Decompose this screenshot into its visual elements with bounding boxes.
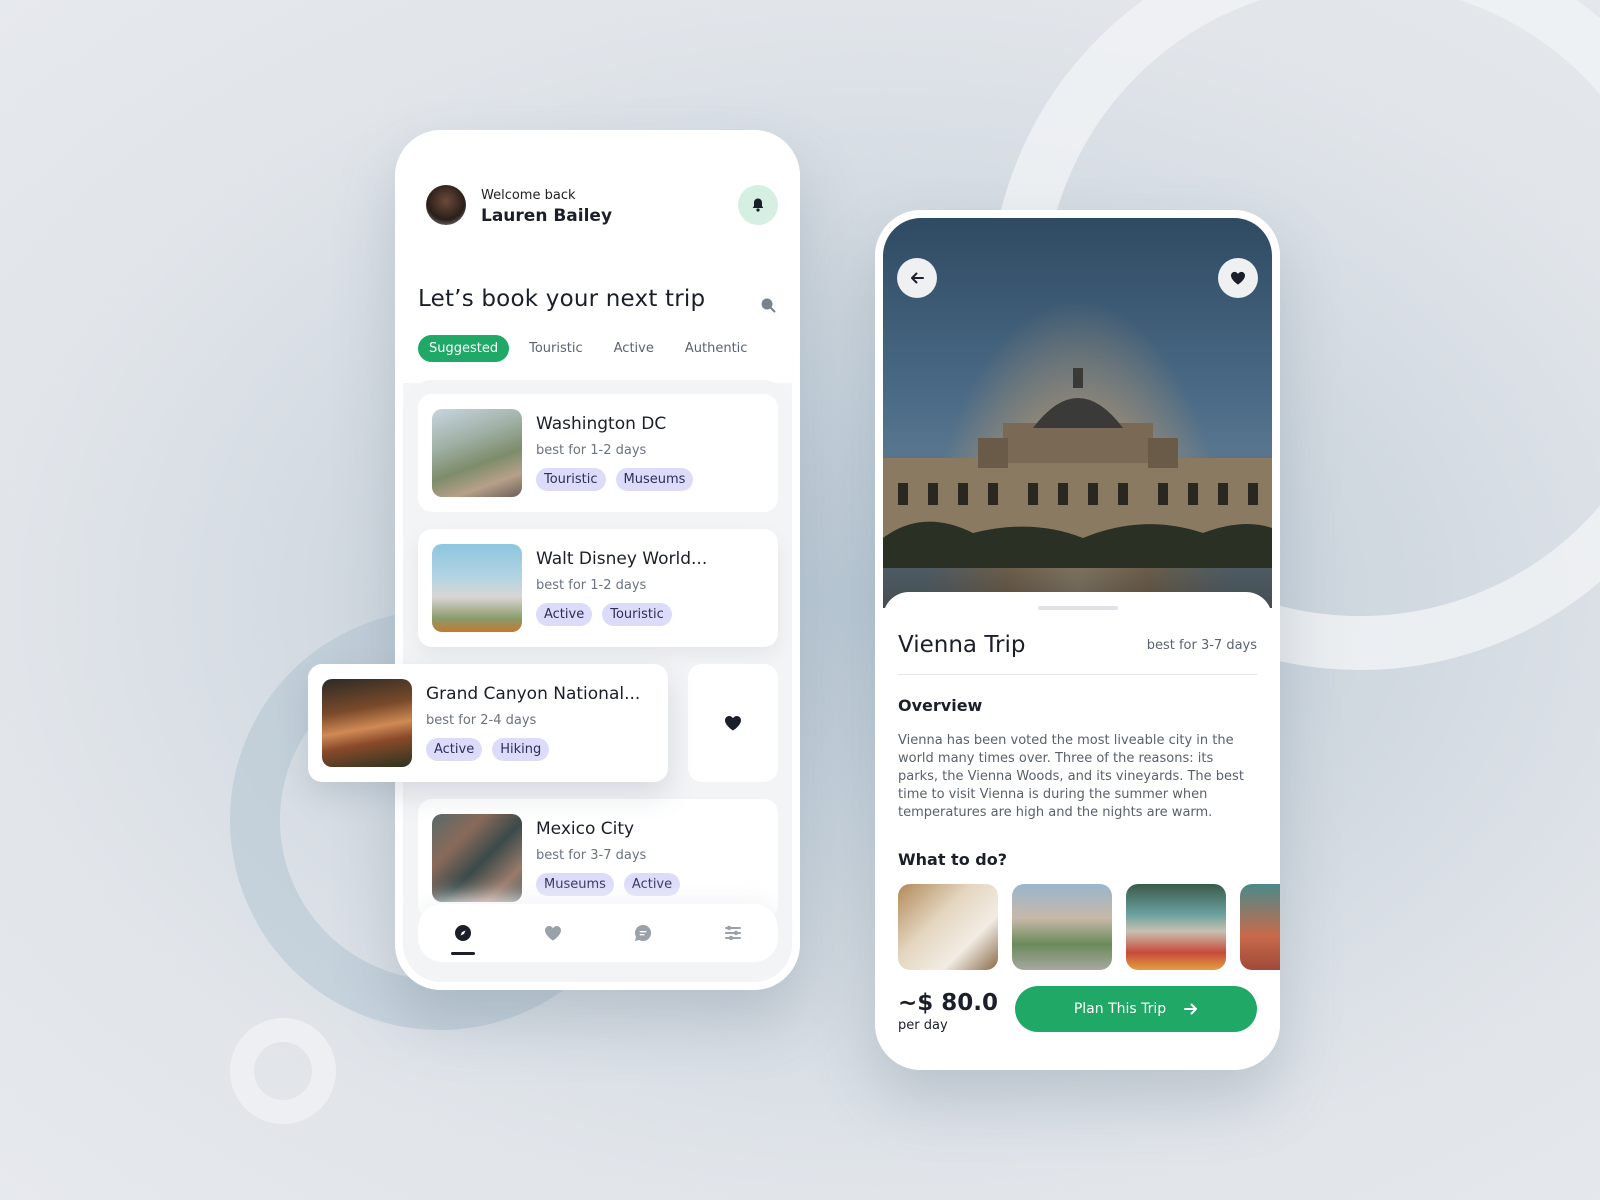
heart-icon	[1231, 271, 1245, 285]
decorative-ring	[230, 1018, 336, 1124]
sliders-icon	[725, 925, 741, 941]
trip-thumbnail	[322, 679, 412, 767]
filter-chips: Suggested Touristic Active Authentic	[418, 335, 759, 362]
trip-tag: Active	[623, 873, 681, 896]
swipe-favorite-button[interactable]	[688, 664, 778, 782]
search-icon	[761, 298, 776, 313]
trip-thumbnail	[432, 544, 522, 632]
bell-icon	[752, 198, 764, 212]
nav-messages[interactable]	[623, 913, 663, 953]
avatar[interactable]	[426, 185, 466, 225]
trip-duration: best for 2-4 days	[426, 713, 537, 728]
trip-detail-screen: Vienna Trip best for 3-7 days Overview V…	[875, 210, 1280, 1070]
arrow-right-icon	[1184, 1003, 1198, 1015]
trip-detail-sheet: Vienna Trip best for 3-7 days Overview V…	[883, 592, 1280, 1062]
activity-image[interactable]	[1126, 884, 1226, 970]
chat-icon	[634, 924, 652, 941]
trip-tag: Active	[426, 738, 483, 761]
favorite-button[interactable]	[1218, 258, 1258, 298]
trip-name: Walt Disney World...	[536, 549, 708, 569]
building-illustration	[883, 368, 1272, 568]
user-name: Lauren Bailey	[481, 206, 613, 226]
overview-text: Vienna has been voted the most liveable …	[898, 733, 1244, 820]
sheet-handle[interactable]	[1037, 606, 1118, 610]
trip-duration: best for 3-7 days	[1146, 638, 1257, 653]
trip-title: Vienna Trip	[898, 632, 1026, 658]
nav-explore[interactable]	[443, 913, 483, 955]
trip-duration: best for 1-2 days	[536, 578, 647, 593]
bottom-nav	[418, 904, 778, 962]
heart-icon	[545, 926, 561, 941]
divider	[898, 674, 1257, 675]
activity-image[interactable]	[898, 884, 998, 970]
welcome-text: Welcome back	[481, 188, 576, 203]
todo-heading: What to do?	[898, 850, 1007, 869]
activity-image[interactable]	[1012, 884, 1112, 970]
back-button[interactable]	[897, 258, 937, 298]
trip-name: Mexico City	[536, 819, 635, 839]
price: ~$ 80.0	[898, 990, 999, 1016]
trip-tag: Touristic	[602, 603, 672, 626]
trip-card-grand-canyon[interactable]: Grand Canyon National... best for 2-4 da…	[308, 664, 668, 782]
activity-image[interactable]	[1240, 884, 1280, 970]
compass-icon	[455, 925, 471, 941]
trip-card-disney[interactable]: Walt Disney World... best for 1-2 days A…	[418, 529, 778, 647]
trip-thumbnail	[432, 814, 522, 902]
trip-duration: best for 3-7 days	[536, 848, 647, 863]
hero-image	[883, 218, 1272, 608]
trip-card-mexico-city[interactable]: Mexico City best for 3-7 days Museums Act…	[418, 799, 778, 919]
arrow-left-icon	[911, 272, 924, 284]
trip-tag: Hiking	[492, 738, 550, 761]
filter-active[interactable]: Active	[602, 335, 665, 362]
plan-trip-label: Plan This Trip	[1073, 1001, 1167, 1017]
trip-tag: Active	[536, 603, 593, 626]
nav-favorites[interactable]	[533, 913, 573, 953]
plan-trip-button[interactable]: Plan This Trip	[1015, 986, 1257, 1032]
trip-tag: Touristic	[536, 468, 606, 491]
page-title: Let’s book your next trip	[418, 286, 706, 312]
filter-touristic[interactable]: Touristic	[518, 335, 594, 362]
price-unit: per day	[898, 1018, 948, 1033]
filter-authentic[interactable]: Authentic	[673, 335, 759, 362]
activity-gallery	[898, 884, 1280, 970]
nav-settings[interactable]	[713, 913, 753, 953]
notifications-button[interactable]	[738, 185, 778, 225]
heart-icon	[725, 716, 741, 731]
trip-card-washington[interactable]: Washington DC best for 1-2 days Touristi…	[418, 394, 778, 512]
trip-tag: Museums	[615, 468, 694, 491]
trip-name: Grand Canyon National...	[426, 684, 641, 704]
overview-heading: Overview	[898, 696, 983, 715]
trip-thumbnail	[432, 409, 522, 497]
filter-suggested[interactable]: Suggested	[418, 335, 510, 362]
trip-name: Washington DC	[536, 414, 667, 434]
trip-tag: Museums	[536, 873, 614, 896]
trip-duration: best for 1-2 days	[536, 443, 647, 458]
